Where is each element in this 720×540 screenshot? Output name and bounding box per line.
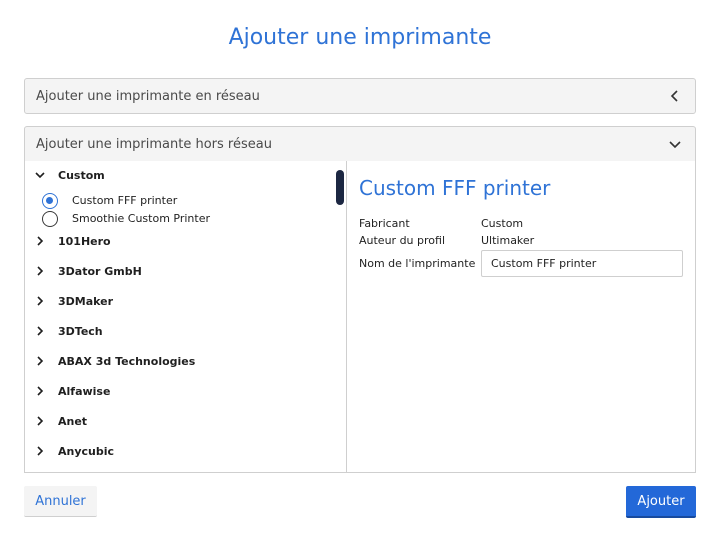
tree-item-label: Alfawise bbox=[58, 385, 111, 398]
printer-option[interactable]: Smoothie Custom Printer bbox=[42, 210, 322, 228]
tree-item-label: Anycubic bbox=[58, 445, 115, 458]
add-button[interactable]: Ajouter bbox=[626, 486, 696, 518]
local-section-label: Ajouter une imprimante hors réseau bbox=[36, 136, 272, 152]
tree-item-manufacturer[interactable]: Anet bbox=[25, 412, 325, 432]
dialog-title: Ajouter une imprimante bbox=[228, 25, 492, 50]
local-printer-section[interactable]: Ajouter une imprimante hors réseau bbox=[24, 126, 696, 162]
tree-item-label: 3DTech bbox=[58, 325, 103, 338]
tree-item-label: ABAX 3d Technologies bbox=[58, 355, 196, 368]
printer-name-label: Nom de l'imprimante bbox=[359, 257, 476, 270]
tree-item-label: Custom bbox=[58, 169, 105, 182]
tree-item-manufacturer[interactable]: Alfawise bbox=[25, 382, 325, 402]
chevron-right-icon[interactable] bbox=[34, 265, 46, 277]
chevron-right-icon[interactable] bbox=[34, 415, 46, 427]
chevron-right-icon[interactable] bbox=[34, 355, 46, 367]
tree-item-label: Anet bbox=[58, 415, 88, 428]
tree-item-manufacturer[interactable]: ABAX 3d Technologies bbox=[25, 352, 325, 372]
chevron-left-icon bbox=[670, 90, 678, 102]
cancel-button[interactable]: Annuler bbox=[24, 486, 97, 517]
printer-option[interactable]: Custom FFF printer bbox=[42, 192, 322, 210]
details-title: Custom FFF printer bbox=[359, 176, 551, 200]
manufacturer-label: Fabricant bbox=[359, 217, 410, 230]
printer-details: Custom FFF printer Fabricant Custom Aute… bbox=[359, 161, 689, 472]
chevron-right-icon[interactable] bbox=[34, 235, 46, 247]
network-section-label: Ajouter une imprimante en réseau bbox=[36, 88, 260, 104]
chevron-down-icon bbox=[669, 141, 681, 149]
tree-item-label: 3Dator GmbH bbox=[58, 265, 142, 278]
printer-option-label: Custom FFF printer bbox=[72, 194, 178, 207]
chevron-right-icon[interactable] bbox=[34, 445, 46, 457]
network-printer-section[interactable]: Ajouter une imprimante en réseau bbox=[24, 78, 696, 114]
profile-author-value: Ultimaker bbox=[481, 234, 535, 247]
radio-button[interactable] bbox=[42, 193, 58, 209]
radio-button[interactable] bbox=[42, 211, 58, 227]
chevron-right-icon[interactable] bbox=[34, 385, 46, 397]
chevron-down-icon[interactable] bbox=[34, 169, 46, 181]
chevron-right-icon[interactable] bbox=[34, 295, 46, 307]
tree-item-label: 101Hero bbox=[58, 235, 111, 248]
manufacturer-value: Custom bbox=[481, 217, 524, 230]
printer-option-label: Smoothie Custom Printer bbox=[72, 212, 210, 225]
tree-item-label: 3DMaker bbox=[58, 295, 114, 308]
tree-item-manufacturer[interactable]: 3DMaker bbox=[25, 292, 325, 312]
tree-item-custom[interactable]: Custom bbox=[25, 166, 325, 186]
profile-author-label: Auteur du profil bbox=[359, 234, 445, 247]
printer-name-input[interactable] bbox=[481, 250, 683, 277]
tree-item-manufacturer[interactable]: Anycubic bbox=[25, 442, 325, 462]
printer-selection-panel: Custom Custom FFF printer Smoothie Custo… bbox=[24, 161, 696, 473]
tree-scrollbar[interactable] bbox=[336, 170, 344, 205]
tree-item-manufacturer[interactable]: 101Hero bbox=[25, 232, 325, 252]
tree-item-manufacturer[interactable]: 3DTech bbox=[25, 322, 325, 342]
tree-item-manufacturer[interactable]: 3Dator GmbH bbox=[25, 262, 325, 282]
printer-tree[interactable]: Custom Custom FFF printer Smoothie Custo… bbox=[25, 161, 347, 472]
chevron-right-icon[interactable] bbox=[34, 325, 46, 337]
